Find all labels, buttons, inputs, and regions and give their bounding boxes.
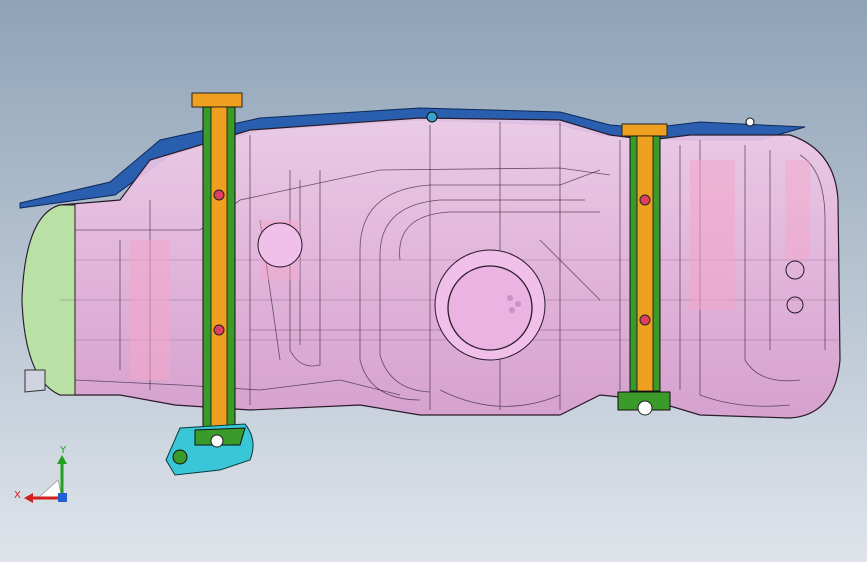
top-fitting: [426, 111, 438, 123]
vent-port-left: [257, 222, 303, 268]
cad-viewport[interactable]: Y X: [0, 0, 867, 562]
top-fitting-right: [745, 117, 755, 127]
axis-x-label: X: [14, 490, 21, 501]
axis-y-label: Y: [59, 445, 67, 456]
model-scene[interactable]: Y X: [0, 0, 867, 562]
inner-panel-right: [690, 160, 735, 310]
pump-port: [434, 249, 546, 361]
inner-panel-far-right: [785, 160, 810, 260]
end-bracket-left: [24, 369, 46, 393]
inner-panel-left: [130, 240, 170, 380]
